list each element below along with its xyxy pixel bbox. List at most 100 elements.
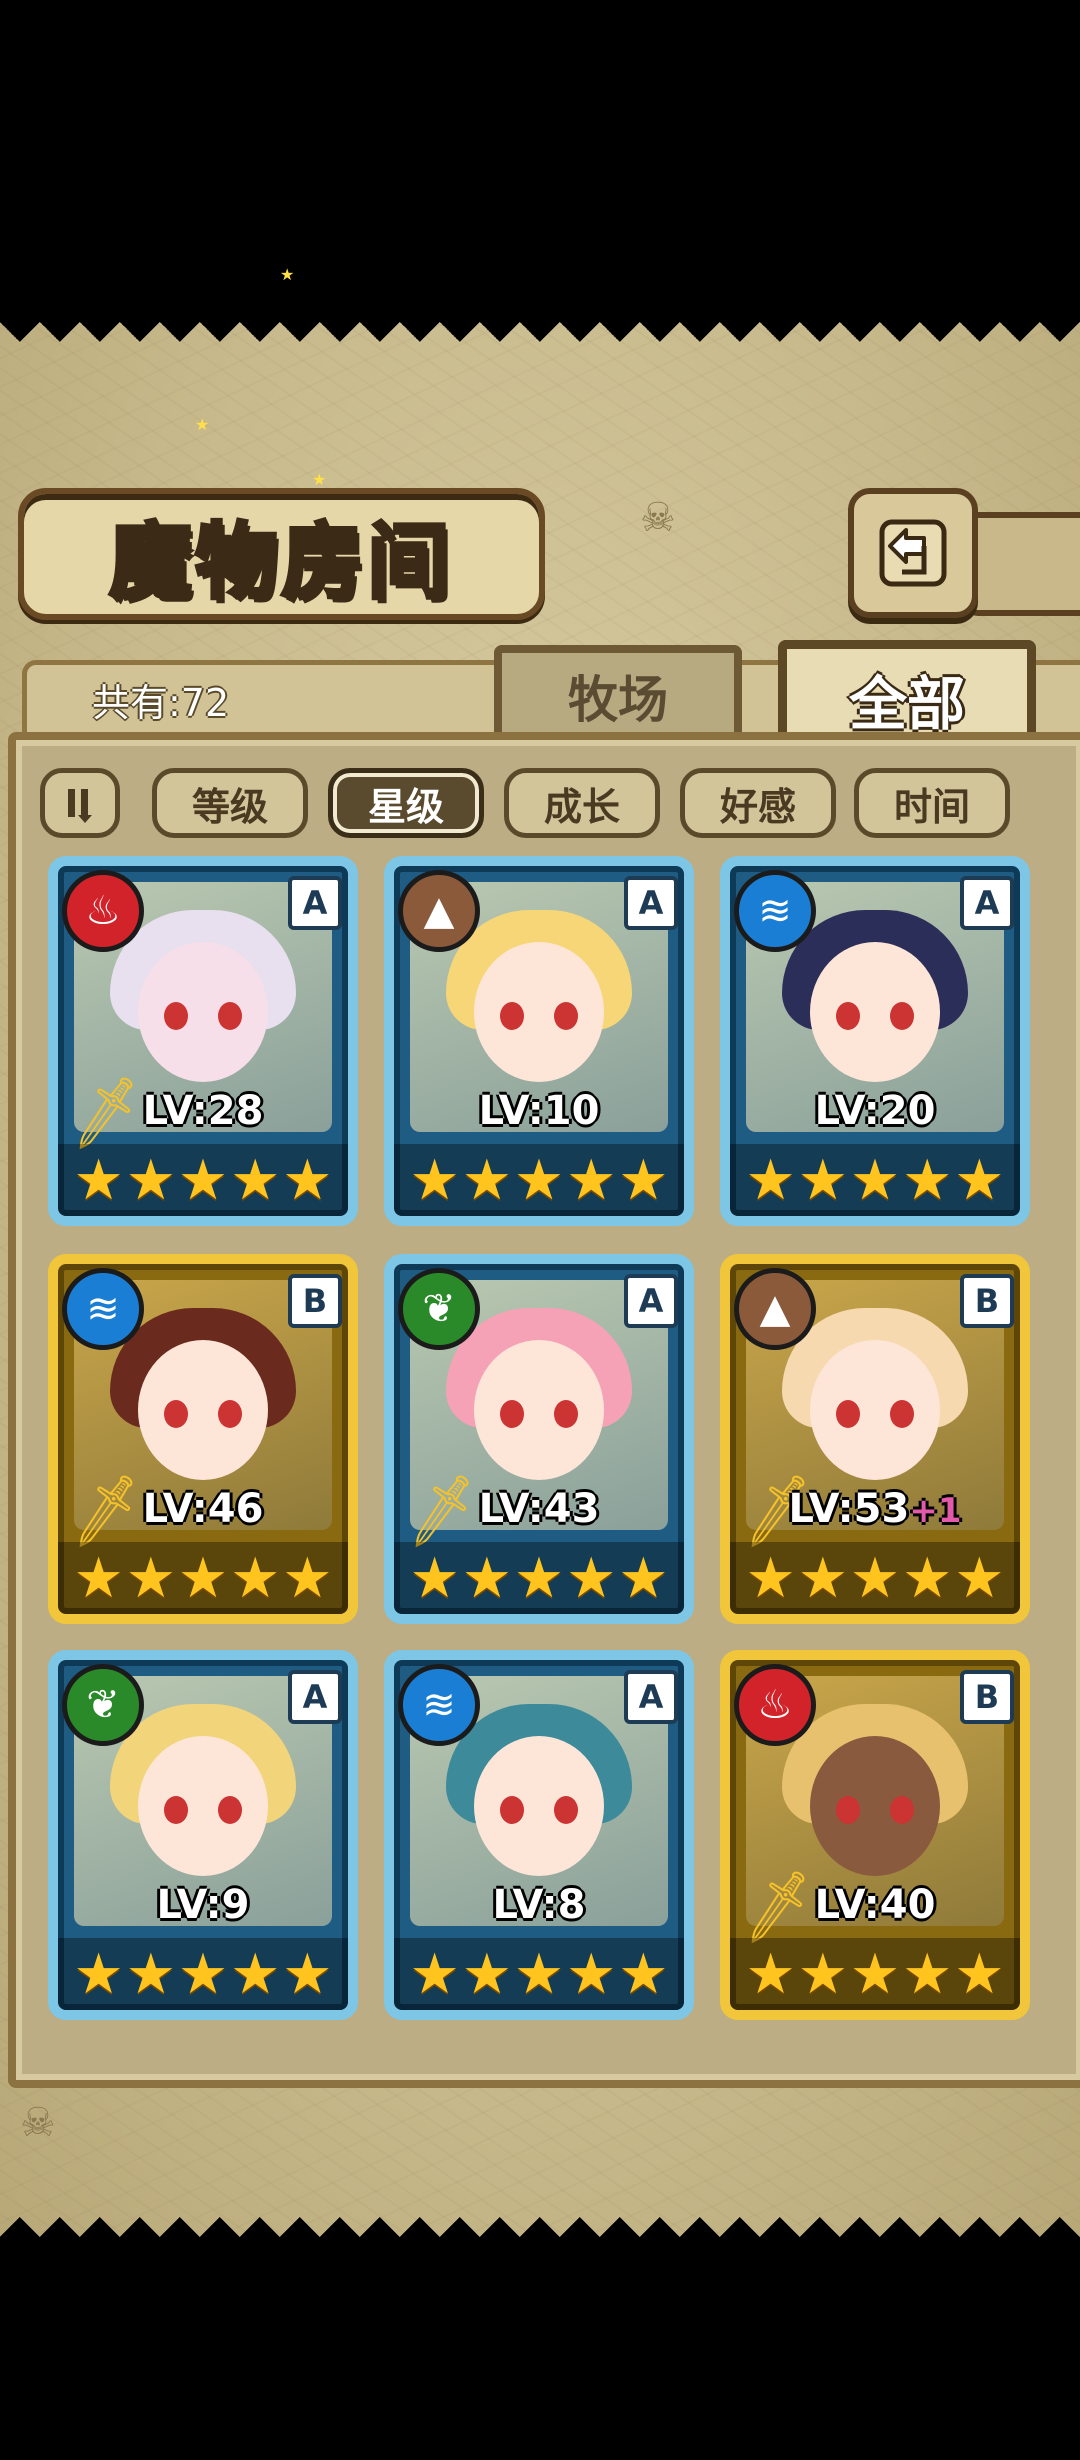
level-text: LV:9 <box>156 1882 250 1928</box>
sort-affection-button[interactable]: 好感 <box>680 768 836 838</box>
monster-eye <box>836 1796 860 1824</box>
sort-bar: 等级 星级 成长 好感 时间 <box>40 758 1040 848</box>
sort-growth-button[interactable]: 成长 <box>504 768 660 838</box>
element-grass-icon: ❦ <box>398 1268 480 1350</box>
star-icon: ★ <box>230 1147 281 1213</box>
element-water-icon: ≋ <box>62 1268 144 1350</box>
star-icon: ★ <box>954 1941 1005 2007</box>
monster-eye <box>890 1796 914 1824</box>
star-icon: ★ <box>745 1147 796 1213</box>
monster-card[interactable]: ❦ A LV:9 ★ ★ ★ ★ ★ <box>48 1650 358 2020</box>
star-icon: ★ <box>618 1545 669 1611</box>
monster-eye <box>554 1400 578 1428</box>
star-icon: ★ <box>125 1545 176 1611</box>
monster-eye <box>218 1796 242 1824</box>
sort-order-toggle[interactable] <box>40 768 120 838</box>
star-icon: ★ <box>797 1941 848 2007</box>
star-icon: ★ <box>902 1147 953 1213</box>
monster-card[interactable]: ≋ A LV:20 ★ ★ ★ ★ ★ <box>720 856 1030 1226</box>
sort-star-button[interactable]: 星级 <box>328 768 484 838</box>
level-text: LV:43 <box>478 1486 600 1532</box>
element-earth-icon: ▲ <box>734 1268 816 1350</box>
monster-face <box>474 1340 604 1480</box>
rank-badge: A <box>624 1670 678 1724</box>
star-icon: ★ <box>177 1545 229 1611</box>
star-rating: ★ ★ ★ ★ ★ <box>58 1938 348 2010</box>
monster-face <box>138 1340 268 1480</box>
monster-card[interactable]: ≋ A LV:8 ★ ★ ★ ★ ★ <box>384 1650 694 2020</box>
sort-level-button[interactable]: 等级 <box>152 768 308 838</box>
star-icon: ★ <box>618 1147 669 1213</box>
skull-decoration-icon: ☠ <box>20 2100 56 2146</box>
star-rating: ★ ★ ★ ★ ★ <box>730 1542 1020 1614</box>
star-icon: ★ <box>566 1941 617 2007</box>
star-rating: ★ ★ ★ ★ ★ <box>394 1144 684 1216</box>
monster-card[interactable]: ❦ A 🗡 LV:43 ★ ★ ★ ★ ★ <box>384 1254 694 1624</box>
monster-eye <box>500 1002 524 1030</box>
monster-eye <box>836 1400 860 1428</box>
level-label: LV:20 <box>730 1088 1020 1134</box>
star-icon: ★ <box>513 1147 565 1213</box>
star-icon: ★ <box>745 1941 796 2007</box>
sort-order-icon <box>68 789 92 823</box>
monster-eye <box>218 1002 242 1030</box>
level-label: LV:53+1 <box>730 1486 1020 1532</box>
star-icon: ★ <box>282 1545 333 1611</box>
star-icon: ★ <box>745 1545 796 1611</box>
rank-badge: B <box>960 1670 1014 1724</box>
monster-face <box>810 942 940 1082</box>
element-grass-icon: ❦ <box>62 1664 144 1746</box>
star-icon: ★ <box>849 1941 901 2007</box>
star-icon: ★ <box>566 1147 617 1213</box>
monster-eye <box>164 1400 188 1428</box>
element-fire-icon: ♨ <box>734 1664 816 1746</box>
back-arrow-icon <box>879 519 947 587</box>
star-icon: ★ <box>461 1941 512 2007</box>
monster-eye <box>890 1002 914 1030</box>
star-icon: ★ <box>902 1545 953 1611</box>
star-icon: ★ <box>125 1147 176 1213</box>
rank-badge: A <box>624 1274 678 1328</box>
star-icon: ★ <box>513 1545 565 1611</box>
monster-face <box>138 1736 268 1876</box>
level-text: LV:46 <box>142 1486 264 1532</box>
star-rating: ★ ★ ★ ★ ★ <box>730 1144 1020 1216</box>
element-earth-icon: ▲ <box>398 870 480 952</box>
star-icon: ★ <box>282 1941 333 2007</box>
star-icon: ★ <box>849 1545 901 1611</box>
star-icon: ★ <box>177 1941 229 2007</box>
level-text: LV:20 <box>814 1088 936 1134</box>
star-icon: ★ <box>409 1545 460 1611</box>
level-text: LV:10 <box>478 1088 600 1134</box>
element-water-icon: ≋ <box>734 870 816 952</box>
level-label: LV:10 <box>394 1088 684 1134</box>
star-icon: ★ <box>902 1941 953 2007</box>
rank-badge: A <box>624 876 678 930</box>
star-rating: ★ ★ ★ ★ ★ <box>58 1542 348 1614</box>
monster-face <box>138 942 268 1082</box>
monster-face <box>474 942 604 1082</box>
back-button[interactable] <box>848 488 978 618</box>
star-icon: ★ <box>177 1147 229 1213</box>
star-icon: ★ <box>73 1147 124 1213</box>
monster-card[interactable]: ♨ B 🗡 LV:40 ★ ★ ★ ★ ★ <box>720 1650 1030 2020</box>
star-icon: ★ <box>461 1147 512 1213</box>
torn-top-edge <box>0 322 1080 362</box>
sparkle-icon: ★ <box>195 415 210 434</box>
monster-face <box>810 1340 940 1480</box>
star-icon: ★ <box>849 1147 901 1213</box>
monster-card[interactable]: ▲ A LV:10 ★ ★ ★ ★ ★ <box>384 856 694 1226</box>
sort-time-button[interactable]: 时间 <box>854 768 1010 838</box>
level-text: LV:53 <box>788 1486 910 1532</box>
tab-ranch[interactable]: 牧场 <box>494 645 742 739</box>
level-text: LV:28 <box>142 1088 264 1134</box>
star-icon: ★ <box>954 1147 1005 1213</box>
star-rating: ★ ★ ★ ★ ★ <box>394 1938 684 2010</box>
monster-card[interactable]: ▲ B 🗡 LV:53+1 ★ ★ ★ ★ ★ <box>720 1254 1030 1624</box>
monster-card[interactable]: ♨ A 🗡 LV:28 ★ ★ ★ ★ ★ <box>48 856 358 1226</box>
star-icon: ★ <box>566 1545 617 1611</box>
monster-card[interactable]: ≋ B 🗡 LV:46 ★ ★ ★ ★ ★ <box>48 1254 358 1624</box>
level-text: LV:40 <box>814 1882 936 1928</box>
level-label: LV:8 <box>394 1882 684 1928</box>
star-rating: ★ ★ ★ ★ ★ <box>58 1144 348 1216</box>
